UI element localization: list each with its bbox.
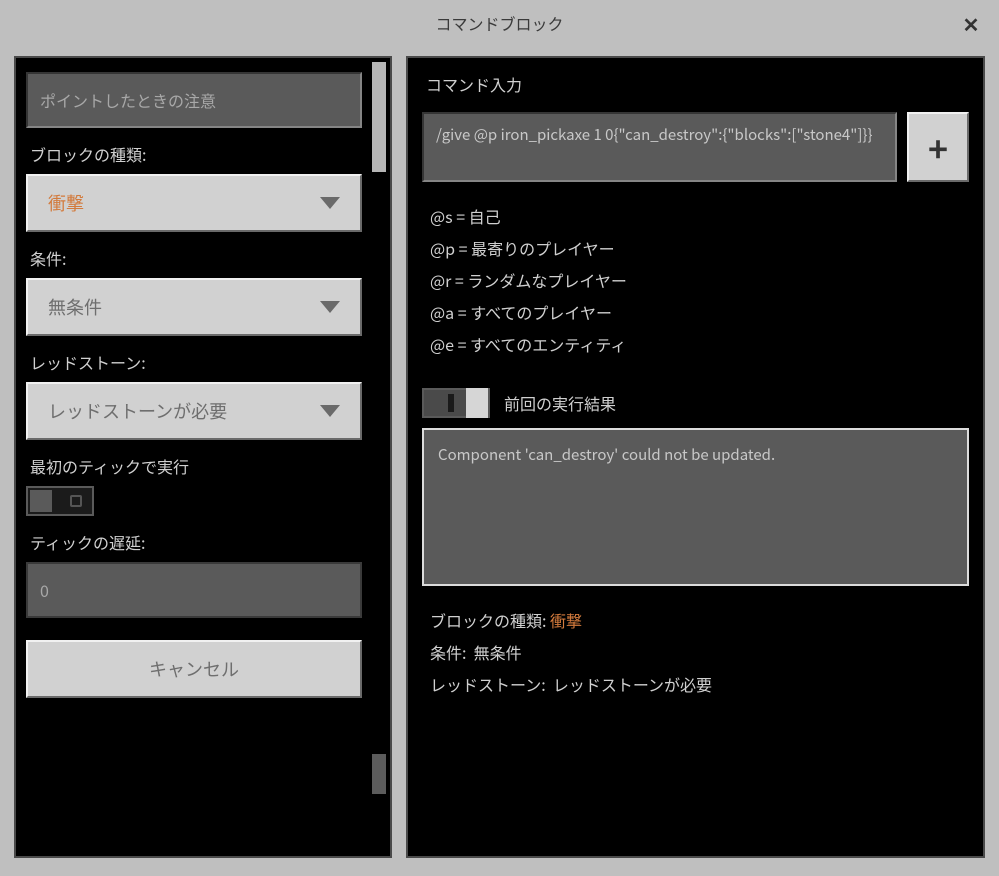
command-input-row: /give @p iron_pickaxe 1 0{"can_destroy":… (422, 112, 969, 182)
toggle-knob (30, 490, 52, 512)
condition-label: 条件: (30, 246, 362, 270)
toggle-on-indicator (448, 394, 454, 412)
window-title: コマンドブロック (40, 11, 959, 35)
scrollbar-thumb[interactable] (372, 62, 386, 172)
left-scroll-area: ポイントしたときの注意 ブロックの種類: 衝撃 条件: 無条件 レッドストーン:… (16, 58, 372, 856)
redstone-dropdown[interactable]: レッドストーンが必要 (26, 382, 362, 440)
command-value: /give @p iron_pickaxe 1 0{"can_destroy":… (436, 124, 873, 145)
status-block-type: ブロックの種類: 衝撃 (430, 604, 969, 636)
left-panel: ポイントしたときの注意 ブロックの種類: 衝撃 条件: 無条件 レッドストーン:… (14, 56, 392, 858)
chevron-down-icon (320, 197, 340, 209)
hover-note-placeholder: ポイントしたときの注意 (40, 88, 216, 112)
command-input-label: コマンド入力 (426, 72, 969, 96)
redstone-label: レッドストーン: (30, 350, 362, 374)
toggle-off-indicator (70, 495, 82, 507)
command-input[interactable]: /give @p iron_pickaxe 1 0{"can_destroy":… (422, 112, 897, 182)
chevron-down-icon (320, 301, 340, 313)
cancel-label: キャンセル (149, 656, 239, 682)
right-panel: コマンド入力 /give @p iron_pickaxe 1 0{"can_de… (406, 56, 985, 858)
execute-first-tick-toggle[interactable] (26, 486, 94, 516)
last-result-text: Component 'can_destroy' could not be upd… (438, 444, 775, 465)
close-icon: ✕ (963, 9, 980, 38)
hover-note-input[interactable]: ポイントしたときの注意 (26, 72, 362, 128)
selector-e: @e = すべてのエンティティ (430, 328, 969, 360)
selector-r: @r = ランダムなプレイヤー (430, 264, 969, 296)
tick-delay-value: 0 (40, 578, 49, 602)
condition-dropdown[interactable]: 無条件 (26, 278, 362, 336)
selector-help: @s = 自己 @p = 最寄りのプレイヤー @r = ランダムなプレイヤー @… (430, 200, 969, 360)
selector-a: @a = すべてのプレイヤー (430, 296, 969, 328)
scrollbar-thumb-lower[interactable] (372, 754, 386, 794)
close-button[interactable]: ✕ (959, 11, 983, 35)
plus-icon: + (928, 123, 948, 172)
execute-first-tick-label: 最初のティックで実行 (30, 454, 362, 478)
status-summary: ブロックの種類: 衝撃 条件: 無条件 レッドストーン: レッドストーンが必要 (430, 604, 969, 700)
block-type-label: ブロックの種類: (30, 142, 362, 166)
condition-value: 無条件 (48, 294, 102, 320)
toggle-knob (466, 388, 488, 418)
last-result-output: Component 'can_destroy' could not be upd… (422, 428, 969, 586)
status-condition: 条件: 無条件 (430, 636, 969, 668)
cancel-button[interactable]: キャンセル (26, 640, 362, 698)
selector-p: @p = 最寄りのプレイヤー (430, 232, 969, 264)
last-result-row: 前回の実行結果 (422, 388, 969, 418)
last-result-toggle[interactable] (422, 388, 490, 418)
content-area: ポイントしたときの注意 ブロックの種類: 衝撃 条件: 無条件 レッドストーン:… (0, 46, 999, 876)
redstone-value: レッドストーンが必要 (48, 398, 227, 424)
left-scrollbar[interactable] (372, 62, 386, 852)
add-button[interactable]: + (907, 112, 969, 182)
last-result-label: 前回の実行結果 (504, 391, 616, 415)
status-redstone: レッドストーン: レッドストーンが必要 (430, 668, 969, 700)
tick-delay-label: ティックの遅延: (30, 530, 362, 554)
block-type-dropdown[interactable]: 衝撃 (26, 174, 362, 232)
titlebar: コマンドブロック ✕ (0, 0, 999, 46)
command-block-window: コマンドブロック ✕ ポイントしたときの注意 ブロックの種類: 衝撃 条件: 無… (0, 0, 999, 876)
selector-s: @s = 自己 (430, 200, 969, 232)
tick-delay-input[interactable]: 0 (26, 562, 362, 618)
block-type-value: 衝撃 (48, 190, 84, 216)
chevron-down-icon (320, 405, 340, 417)
